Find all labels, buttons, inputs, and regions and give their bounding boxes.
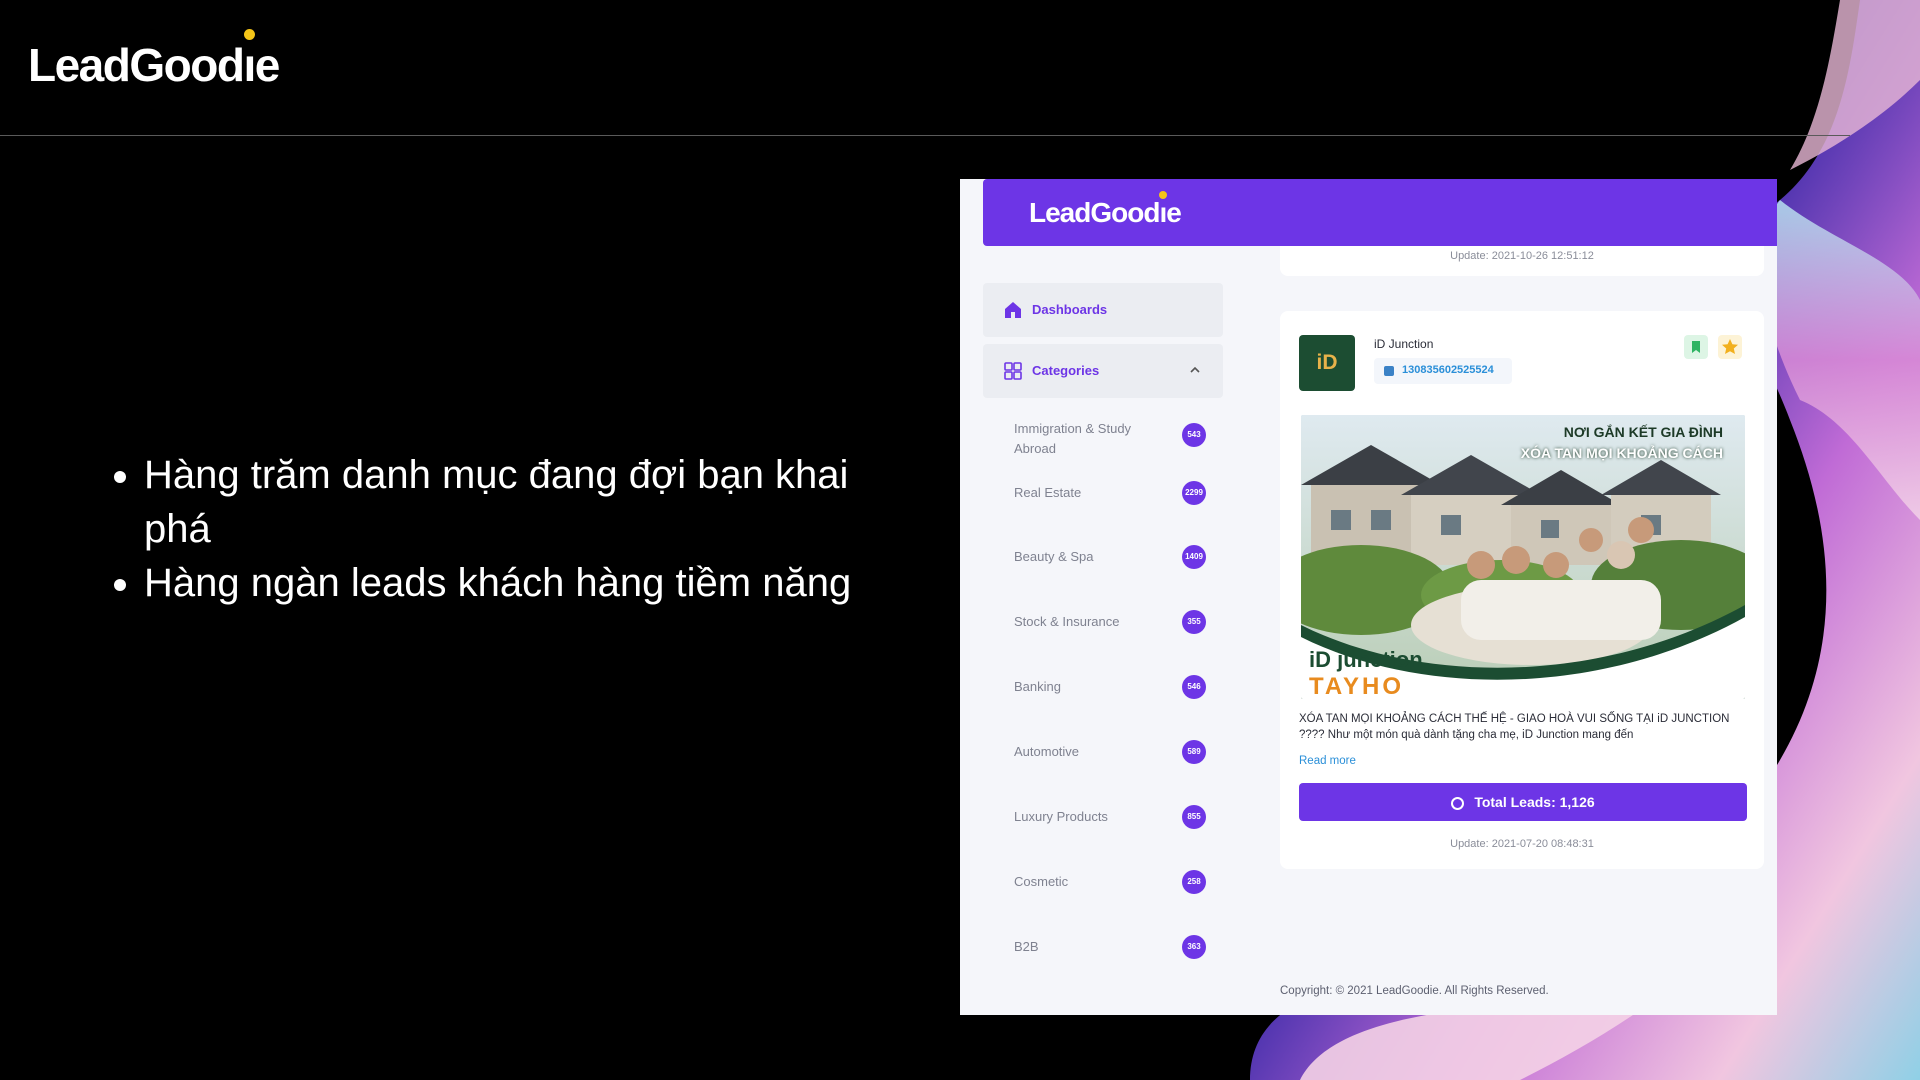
read-more-link[interactable]: Read more <box>1299 755 1356 767</box>
update-timestamp: Update: 2021-07-20 08:48:31 <box>1450 838 1594 850</box>
category-list: Immigration & Study Abroad 543 Real Esta… <box>983 405 1223 1015</box>
ad-tagline: XÓA TAN MỌI KHOẢNG CÁCH <box>1520 445 1723 461</box>
category-count-badge: 543 <box>1182 423 1206 447</box>
chevron-up-icon[interactable] <box>1187 362 1203 378</box>
category-label: B2B <box>1014 939 1039 954</box>
bookmark-icon <box>1692 341 1700 353</box>
nav-dashboards-label: Dashboards <box>1032 302 1108 317</box>
brand-logo: iD <box>1299 335 1355 391</box>
app-screenshot: LeadGoodı e Update: 2021-10-26 12:51:12 D… <box>960 179 1777 1015</box>
header-divider <box>0 135 1850 136</box>
category-count-badge: 589 <box>1182 740 1206 764</box>
total-leads-button[interactable]: Total Leads: 1,126 <box>1299 783 1747 821</box>
category-count-badge: 1409 <box>1182 545 1206 569</box>
previous-lead-card: Update: 2021-10-26 12:51:12 <box>1280 246 1764 276</box>
category-count-badge: 355 <box>1182 610 1206 634</box>
category-label: Real Estate <box>1014 485 1082 500</box>
category-label: Luxury Products <box>1014 809 1108 824</box>
category-count-badge: 2299 <box>1182 481 1206 505</box>
category-label: Stock & Insurance <box>1014 614 1120 629</box>
category-count-badge: 258 <box>1182 870 1206 894</box>
category-label: Beauty & Spa <box>1014 549 1094 564</box>
ad-brand-sub: TAYHO <box>1309 673 1405 699</box>
bullet-item: Hàng ngàn leads khách hàng tiềm năng <box>144 556 904 610</box>
copyright-text: Copyright: © 2021 LeadGoodie. All Rights… <box>1280 985 1549 997</box>
facebook-page-id: 130835602525524 <box>1402 364 1494 376</box>
facebook-id-chip[interactable]: 130835602525524 <box>1374 358 1512 384</box>
app-header: LeadGoodı e <box>983 179 1777 246</box>
facebook-icon <box>1384 366 1394 376</box>
nav-dashboards[interactable]: Dashboards <box>983 283 1223 337</box>
logo-i: ı <box>243 29 256 92</box>
grid-icon <box>1004 362 1022 380</box>
nav-categories[interactable]: Categories <box>983 344 1223 398</box>
leadgoodie-logo: LeadGoodı e <box>28 29 280 92</box>
logo-i: ı <box>1158 191 1167 229</box>
category-label: Automotive <box>1014 744 1080 759</box>
ad-description: XÓA TAN MỌI KHOẢNG CÁCH THẾ HỆ - GIAO HO… <box>1299 713 1730 741</box>
home-icon <box>1005 302 1021 318</box>
target-icon <box>1451 797 1465 810</box>
category-label: Cosmetic <box>1014 874 1069 889</box>
total-leads-label: Total Leads: 1,126 <box>1474 794 1595 810</box>
category-label: Immigration & Study Abroad <box>1014 421 1132 456</box>
feature-bullet-list: Hàng trăm danh mục đang đợi bạn khai phá… <box>110 448 904 610</box>
brand-name: iD Junction <box>1374 337 1434 351</box>
ad-brand-logo: iD junction <box>1309 647 1423 672</box>
star-icon <box>1722 339 1738 354</box>
star-button[interactable] <box>1718 335 1742 359</box>
logo-dot <box>1158 191 1167 199</box>
logo-dot <box>244 29 256 40</box>
update-timestamp: Update: 2021-10-26 12:51:12 <box>1450 250 1594 262</box>
ad-creative-image[interactable]: NƠI GẮN KẾT GIA ĐÌNH XÓA TAN MỌI KHOẢNG … <box>1301 415 1745 699</box>
bookmark-button[interactable] <box>1684 335 1708 359</box>
app-logo[interactable]: LeadGoodı e <box>1029 191 1182 229</box>
category-count-badge: 855 <box>1182 805 1206 829</box>
category-count-badge: 363 <box>1182 935 1206 959</box>
bullet-item: Hàng trăm danh mục đang đợi bạn khai phá <box>144 448 904 556</box>
category-label: Banking <box>1014 679 1061 694</box>
category-count-badge: 546 <box>1182 675 1206 699</box>
nav-categories-label: Categories <box>1032 363 1100 378</box>
lead-card: iD iD Junction 130835602525524 NƠI GẮN K… <box>1280 311 1764 869</box>
ad-tagline: NƠI GẮN KẾT GIA ĐÌNH <box>1563 424 1723 440</box>
